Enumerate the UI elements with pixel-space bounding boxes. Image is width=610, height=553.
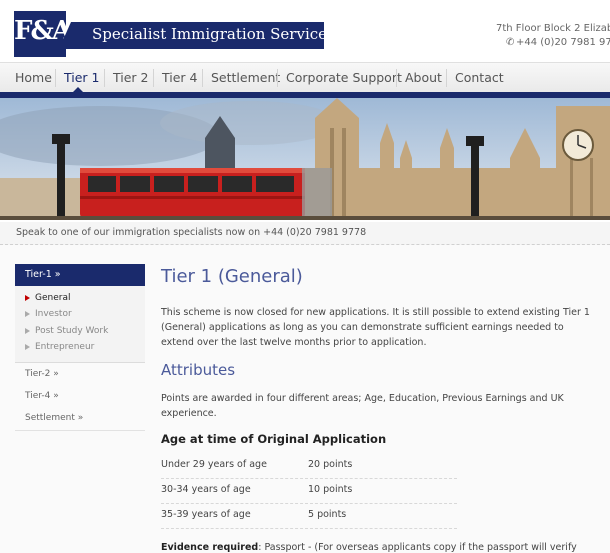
evidence-required: Evidence required: Passport - (For overs…	[161, 542, 601, 553]
age-points: 10 points	[308, 484, 353, 495]
sidebar-subitem-label: Post Study Work	[35, 326, 109, 336]
age-points: 20 points	[308, 459, 353, 470]
table-row: Under 29 years of age 20 points	[161, 453, 457, 479]
sidebar-item-label: Tier-4 »	[25, 391, 59, 401]
phone-icon: ✆	[506, 37, 515, 48]
age-range: 35-39 years of age	[161, 509, 251, 520]
sidebar-subitem-post-study-work[interactable]: Post Study Work	[25, 326, 108, 336]
nav-home[interactable]: Home	[15, 63, 52, 93]
header-contact: 7th Floor Block 2 Elizabeth ✆+44 (0)20 7…	[496, 22, 610, 50]
sidebar-item-tier-4[interactable]: Tier-4 »	[15, 386, 145, 409]
header-phone-number: +44 (0)20 7981 9778	[516, 37, 610, 48]
sidebar-submenu: General Investor Post Study Work Entrepr…	[15, 286, 145, 363]
sidebar-subitem-label: Entrepreneur	[35, 342, 95, 352]
age-points: 5 points	[308, 509, 347, 520]
age-range: Under 29 years of age	[161, 459, 267, 470]
nav-tier-2[interactable]: Tier 2	[113, 63, 148, 93]
sidebar-subitem-label: General	[35, 293, 71, 303]
nav-settlement[interactable]: Settlement	[211, 63, 280, 93]
intro-paragraph: This scheme is now closed for new applic…	[161, 307, 590, 348]
sidebar-item-tier-2[interactable]: Tier-2 »	[15, 364, 145, 387]
sidebar-header-label: Tier-1 »	[25, 269, 61, 280]
hero-banner	[0, 98, 610, 220]
office-address: 7th Floor Block 2 Elizabeth	[496, 23, 610, 34]
bullet-arrow-icon	[25, 294, 30, 301]
sidebar-subitem-general[interactable]: General	[25, 293, 70, 303]
age-heading: Age at time of Original Application	[161, 432, 387, 446]
nav-corporate-support[interactable]: Corporate Support	[286, 63, 402, 93]
nav-contact[interactable]: Contact	[455, 63, 504, 93]
evidence-text: : Passport - (For overseas applicants co…	[258, 542, 577, 553]
bullet-arrow-icon	[25, 343, 30, 350]
attributes-heading: Attributes	[161, 361, 236, 379]
page-title: Tier 1 (General)	[161, 266, 303, 287]
sidebar-item-label: Tier-2 »	[25, 369, 59, 379]
nav-separator	[104, 69, 105, 87]
sidebar-subitem-label: Investor	[35, 309, 72, 319]
london-skyline-image	[0, 98, 610, 220]
sidebar-item-settlement[interactable]: Settlement »	[15, 408, 145, 431]
tagline-banner: Specialist Immigration Services.	[59, 22, 340, 49]
bullet-arrow-icon	[25, 310, 30, 317]
speak-to-specialist-text: Speak to one of our immigration speciali…	[16, 227, 367, 238]
sidebar-item-label: Settlement »	[25, 413, 84, 423]
nav-separator	[277, 69, 278, 87]
nav-separator	[55, 69, 56, 87]
nav-about[interactable]: About	[405, 63, 442, 93]
main-nav: Home Tier 1 Tier 2 Tier 4 Settlement Cor…	[0, 62, 610, 93]
sidebar-subitem-investor[interactable]: Investor	[25, 309, 72, 319]
tagline-text: Specialist Immigration Services.	[92, 25, 340, 43]
table-row: 35-39 years of age 5 points	[161, 503, 457, 529]
bullet-arrow-icon	[25, 327, 30, 334]
points-paragraph: Points are awarded in four different are…	[161, 393, 564, 419]
nav-separator	[153, 69, 154, 87]
site-header: F&A Specialist Immigration Services. 7th…	[0, 0, 610, 60]
nav-separator	[202, 69, 203, 87]
nav-separator	[396, 69, 397, 87]
age-range: 30-34 years of age	[161, 484, 251, 495]
sidebar-subitem-entrepreneur[interactable]: Entrepreneur	[25, 342, 94, 352]
nav-separator	[446, 69, 447, 87]
header-phone[interactable]: ✆+44 (0)20 7981 9778	[506, 36, 610, 50]
speak-to-specialist-bar: Speak to one of our immigration speciali…	[0, 222, 610, 245]
evidence-label: Evidence required	[161, 542, 259, 553]
nav-tier-4[interactable]: Tier 4	[162, 63, 197, 93]
tagline-notch	[59, 22, 71, 49]
table-row: 30-34 years of age 10 points	[161, 478, 457, 504]
sidebar-header-tier-1[interactable]: Tier-1 »	[15, 264, 145, 286]
